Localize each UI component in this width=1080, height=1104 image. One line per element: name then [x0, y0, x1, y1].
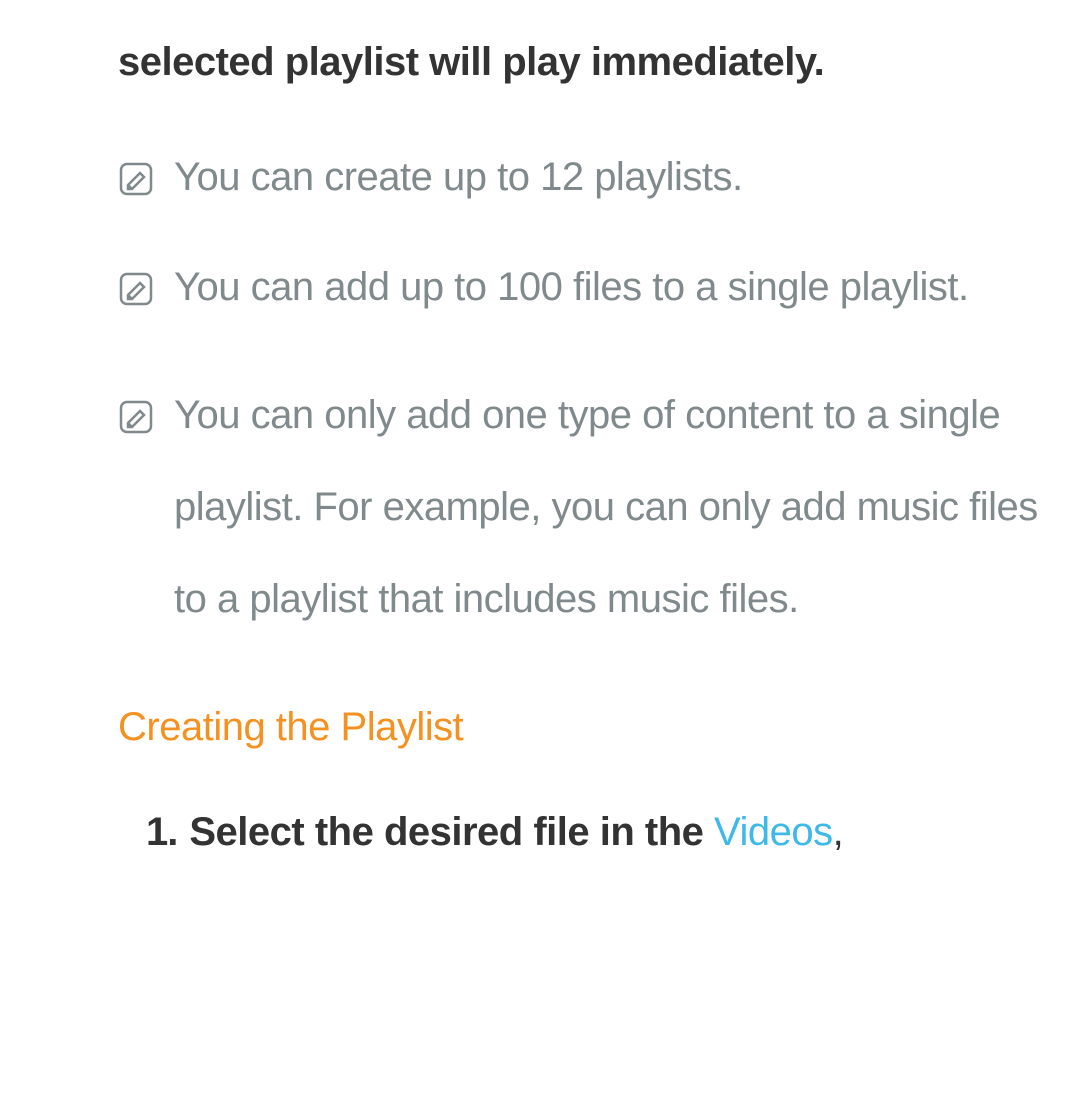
note-item-1: You can create up to 12 playlists.: [40, 155, 1040, 205]
note-icon: [118, 161, 154, 197]
note-icon: [118, 271, 154, 307]
step-number: 1.: [146, 810, 177, 855]
note-icon: [118, 399, 154, 435]
note-item-2: You can add up to 100 files to a single …: [40, 265, 1040, 333]
step-suffix: ,: [833, 810, 844, 854]
intro-text: selected playlist will play immediately.: [118, 40, 1040, 85]
note-text-2: You can add up to 100 files to a single …: [174, 241, 969, 333]
step-prefix: Select the desired file in the: [189, 810, 714, 854]
step-item-1: 1. Select the desired file in the Videos…: [40, 810, 1040, 855]
note-text-1: You can create up to 12 playlists.: [174, 149, 743, 205]
step-text: Select the desired file in the Videos,: [189, 810, 843, 855]
videos-link[interactable]: Videos: [714, 810, 833, 854]
note-item-3: You can only add one type of content to …: [40, 393, 1040, 645]
section-heading: Creating the Playlist: [118, 705, 1040, 750]
note-text-3: You can only add one type of content to …: [174, 369, 1040, 645]
